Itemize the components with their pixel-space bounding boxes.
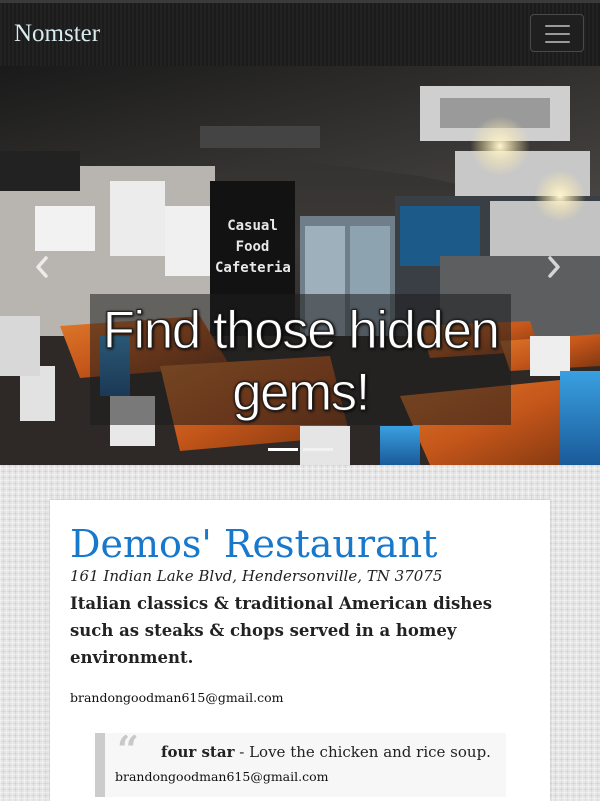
navbar-toggle-button[interactable] [530,14,584,52]
carousel-caption: Find those hidden gems! [90,294,511,425]
place-description: Italian classics & traditional American … [70,594,493,667]
carousel-indicator[interactable] [303,448,333,451]
cafeteria-sign: Casual Food Cafeteria [215,216,291,279]
review-rating: four star [161,743,235,761]
navbar: Nomster [0,0,600,66]
hero-carousel: Casual Food Cafeteria Find those hidden … [0,66,600,465]
place-address: 161 Indian Lake Blvd, Hendersonville, TN… [70,567,443,585]
sign-line: Food [235,239,270,255]
place-owner-email: brandongoodman615@gmail.com [70,690,284,705]
quote-icon: “ [117,727,139,772]
review-text: four star - Love the chicken and rice so… [161,743,491,761]
chevron-left-icon [36,256,48,278]
brand-link[interactable]: Nomster [14,20,100,48]
chevron-right-icon [548,256,560,278]
review-separator: - [234,743,250,761]
place-card: Demos' Restaurant 161 Indian Lake Blvd, … [50,500,550,801]
sign-line: Casual [227,218,278,234]
carousel-next-button[interactable] [540,250,570,284]
carousel-indicator[interactable] [268,448,298,451]
hamburger-icon [545,25,570,43]
place-name-link[interactable]: Demos' Restaurant [70,522,437,566]
carousel-caption-title: Find those hidden gems! [102,301,500,423]
review-author: brandongoodman615@gmail.com [115,769,329,784]
carousel-prev-button[interactable] [28,250,58,284]
review-message: Love the chicken and rice soup. [249,743,491,761]
review-blockquote: “ four star - Love the chicken and rice … [95,727,506,797]
sign-line: Cafeteria [215,260,291,276]
carousel-indicators [268,436,338,455]
